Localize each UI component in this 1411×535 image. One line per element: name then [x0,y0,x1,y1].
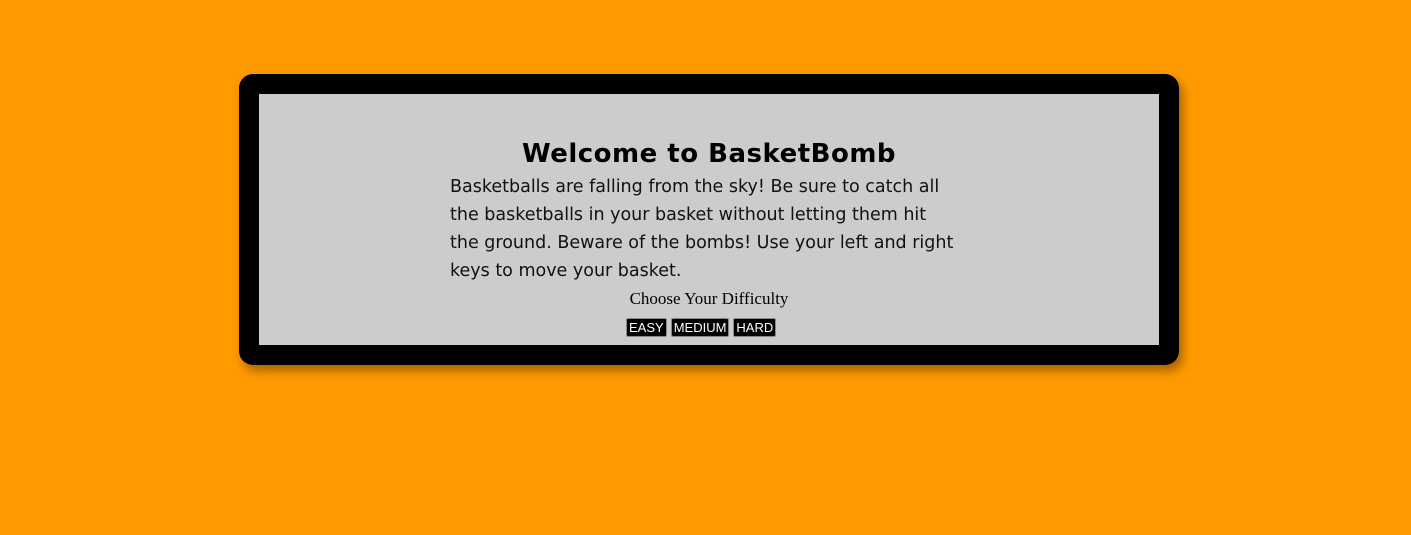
welcome-title: Welcome to BasketBomb [521,139,897,169]
hard-button[interactable]: HARD [733,318,777,337]
difficulty-label: Choose Your Difficulty [629,289,789,308]
easy-button[interactable]: EASY [626,318,667,337]
game-frame: Welcome to BasketBomb Basketballs are fa… [239,74,1179,365]
welcome-panel: Welcome to BasketBomb Basketballs are fa… [259,94,1159,345]
medium-button[interactable]: MEDIUM [670,318,730,337]
instructions-text: Basketballs are falling from the sky! Be… [450,177,954,281]
difficulty-buttons: EASY MEDIUM HARD [626,318,777,337]
